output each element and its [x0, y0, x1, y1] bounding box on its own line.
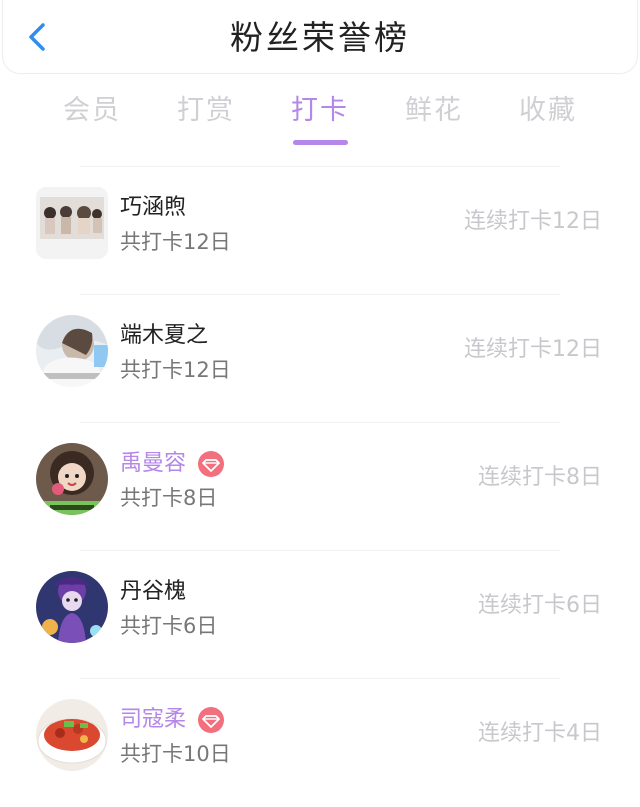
tab-reward[interactable]: 打赏 — [149, 88, 263, 134]
active-tab-indicator — [293, 140, 348, 145]
avatar — [36, 187, 108, 259]
diamond-icon — [202, 459, 220, 472]
total-checkin-days: 共打卡12日 — [120, 230, 231, 254]
avatar — [36, 699, 108, 771]
total-checkin-days: 共打卡10日 — [120, 742, 231, 766]
tab-checkin[interactable]: 打卡 — [263, 88, 377, 134]
tab-favorites[interactable]: 收藏 — [491, 88, 605, 134]
tab-bar: 会员 打赏 打卡 鲜花 收藏 — [0, 88, 640, 148]
top-bar: 粉丝荣誉榜 — [2, 0, 638, 74]
list-item[interactable]: 巧涵煦 共打卡12日 连续打卡12日 — [0, 167, 640, 295]
avatar — [36, 443, 108, 515]
vip-badge — [198, 451, 224, 477]
avatar — [36, 571, 108, 643]
page-title: 粉丝荣誉榜 — [230, 18, 410, 57]
total-checkin-days: 共打卡12日 — [120, 358, 231, 382]
diamond-icon — [202, 715, 220, 728]
fan-name: 端木夏之 — [120, 323, 209, 348]
total-checkin-days: 共打卡8日 — [120, 486, 218, 510]
streak-days: 连续打卡12日 — [464, 337, 602, 362]
fan-name: 禹曼容 — [120, 451, 187, 476]
streak-days: 连续打卡12日 — [464, 209, 602, 234]
vip-badge — [198, 707, 224, 733]
list-item[interactable]: 司寇柔 共打卡10日 连续打卡4日 — [0, 679, 640, 807]
tab-flowers[interactable]: 鲜花 — [377, 88, 491, 134]
streak-days: 连续打卡4日 — [478, 721, 602, 746]
streak-days: 连续打卡6日 — [478, 593, 602, 618]
fan-name: 丹谷槐 — [120, 579, 187, 604]
list-item[interactable]: 禹曼容 共打卡8日 连续打卡8日 — [0, 423, 640, 551]
avatar — [36, 315, 108, 387]
tab-member[interactable]: 会员 — [35, 88, 149, 134]
streak-days: 连续打卡8日 — [478, 465, 602, 490]
list-item[interactable]: 丹谷槐 共打卡6日 连续打卡6日 — [0, 551, 640, 679]
total-checkin-days: 共打卡6日 — [120, 614, 218, 638]
fan-name: 巧涵煦 — [120, 195, 187, 220]
fan-name: 司寇柔 — [120, 707, 187, 732]
list-item[interactable]: 端木夏之 共打卡12日 连续打卡12日 — [0, 295, 640, 423]
